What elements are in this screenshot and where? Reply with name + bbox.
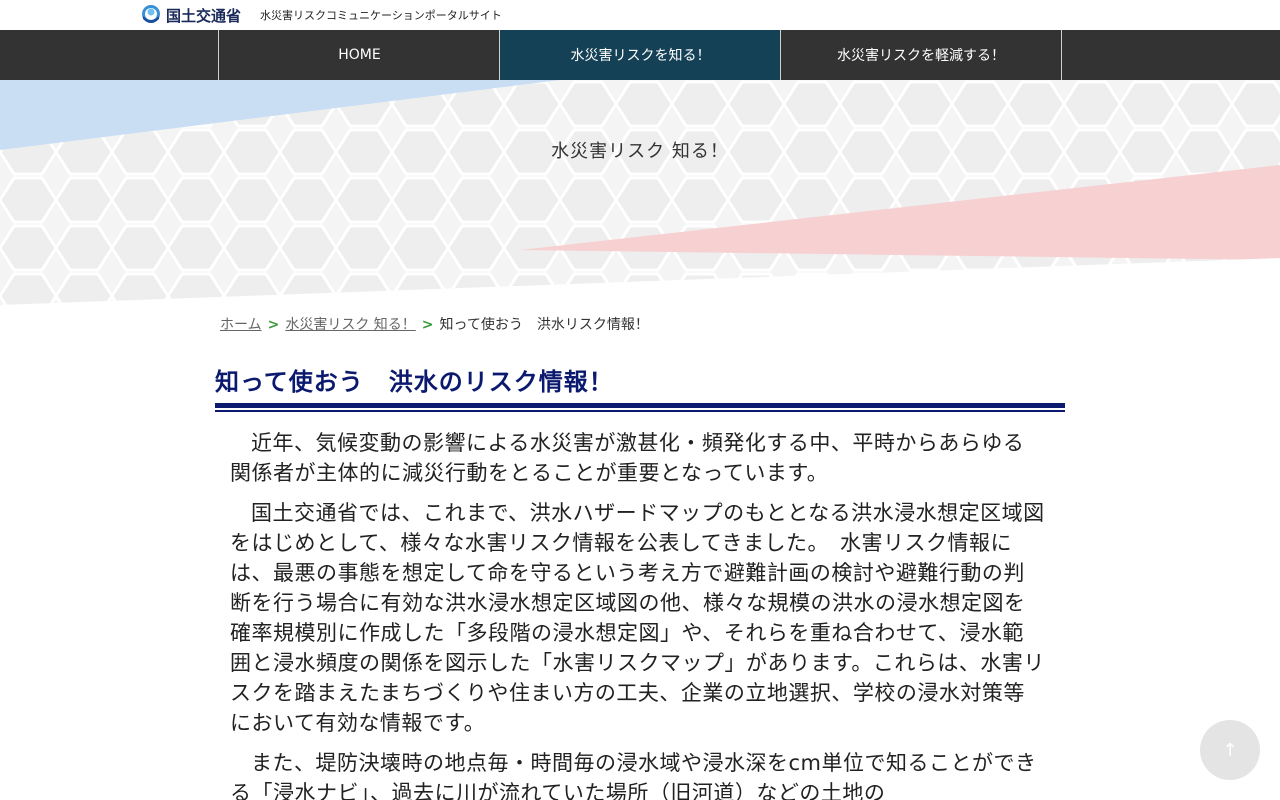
top-header: 国土交通省 水災害リスクコミュニケーションポータルサイト xyxy=(0,0,1280,30)
mlit-logo-icon xyxy=(140,4,162,26)
mlit-logo[interactable]: 国土交通省 xyxy=(140,3,241,27)
breadcrumb-home-link[interactable]: ホーム xyxy=(220,317,262,333)
paragraph: 国土交通省では、これまで、洪水ハザードマップのもととなる洪水浸水想定区域図をはじ… xyxy=(230,501,1045,735)
paragraph: また、堤防決壊時の地点毎・時間毎の浸水域や浸水深をcm単位で知ることができる「浸… xyxy=(230,751,1037,800)
logo-text: 国土交通省 xyxy=(166,6,242,25)
arrow-up-icon: ↑ xyxy=(1222,739,1238,761)
breadcrumb-separator: > xyxy=(267,317,280,333)
site-title: 水災害リスクコミュニケーションポータルサイト xyxy=(260,9,502,22)
nav-reduce-risk[interactable]: 水災害リスクを軽減する！ xyxy=(780,30,1062,80)
back-to-top-button[interactable]: ↑ xyxy=(1200,720,1260,780)
page-title: 知って使おう 洪水のリスク情報！ xyxy=(215,368,614,396)
heading-divider xyxy=(215,403,1065,412)
main-content: 近年、気候変動の影響による水災害が激甚化・頻発化する中、平時からあらゆる関係者が… xyxy=(230,428,1045,800)
hero-background xyxy=(0,80,1280,310)
breadcrumb-current: 知って使おう 洪水リスク情報！ xyxy=(439,317,649,333)
hero-banner: 水災害リスク 知る！ xyxy=(0,80,1280,310)
main-nav: HOME 水災害リスクを知る！ 水災害リスクを軽減する！ xyxy=(0,30,1280,80)
nav-home[interactable]: HOME xyxy=(218,30,500,80)
breadcrumb-separator: > xyxy=(421,317,434,333)
hero-title: 水災害リスク 知る！ xyxy=(551,141,729,162)
paragraph: 近年、気候変動の影響による水災害が激甚化・頻発化する中、平時からあらゆる関係者が… xyxy=(230,431,1025,485)
breadcrumb-know-risk-link[interactable]: 水災害リスク 知る！ xyxy=(285,317,415,333)
breadcrumb: ホーム > 水災害リスク 知る！ > 知って使おう 洪水リスク情報！ xyxy=(220,314,649,334)
nav-know-risk[interactable]: 水災害リスクを知る！ xyxy=(499,30,781,80)
